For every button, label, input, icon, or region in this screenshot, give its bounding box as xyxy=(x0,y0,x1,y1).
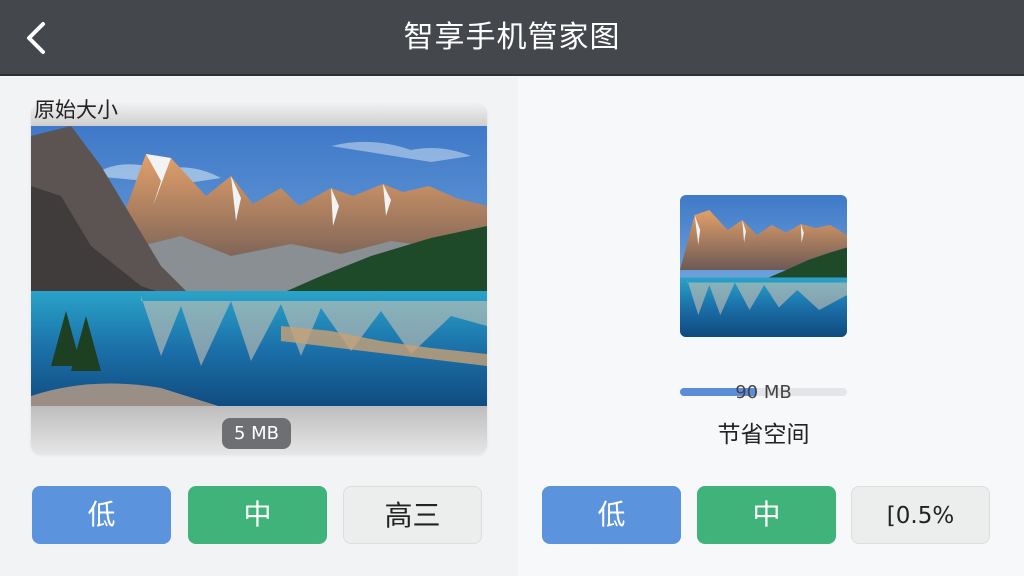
right-medium-button[interactable]: 中 xyxy=(697,486,836,544)
original-image-card xyxy=(31,104,487,454)
right-percent-button[interactable]: [0.5% xyxy=(851,486,990,544)
original-image xyxy=(31,126,487,410)
original-size-label: 原始大小 xyxy=(34,98,118,122)
compressed-thumbnail xyxy=(680,195,847,337)
original-size-badge: 5 MB xyxy=(222,418,291,449)
left-high-button[interactable]: 高三 xyxy=(343,486,482,544)
right-low-button[interactable]: 低 xyxy=(542,486,681,544)
header-bar: 智享手机管家图 xyxy=(0,0,1024,76)
compressed-image xyxy=(680,195,847,337)
left-low-button[interactable]: 低 xyxy=(32,486,171,544)
page-title: 智享手机管家图 xyxy=(403,20,621,55)
progress-size-text: 90 MB xyxy=(735,382,792,403)
left-medium-button[interactable]: 中 xyxy=(188,486,327,544)
saved-space-label: 节省空间 xyxy=(717,422,810,448)
